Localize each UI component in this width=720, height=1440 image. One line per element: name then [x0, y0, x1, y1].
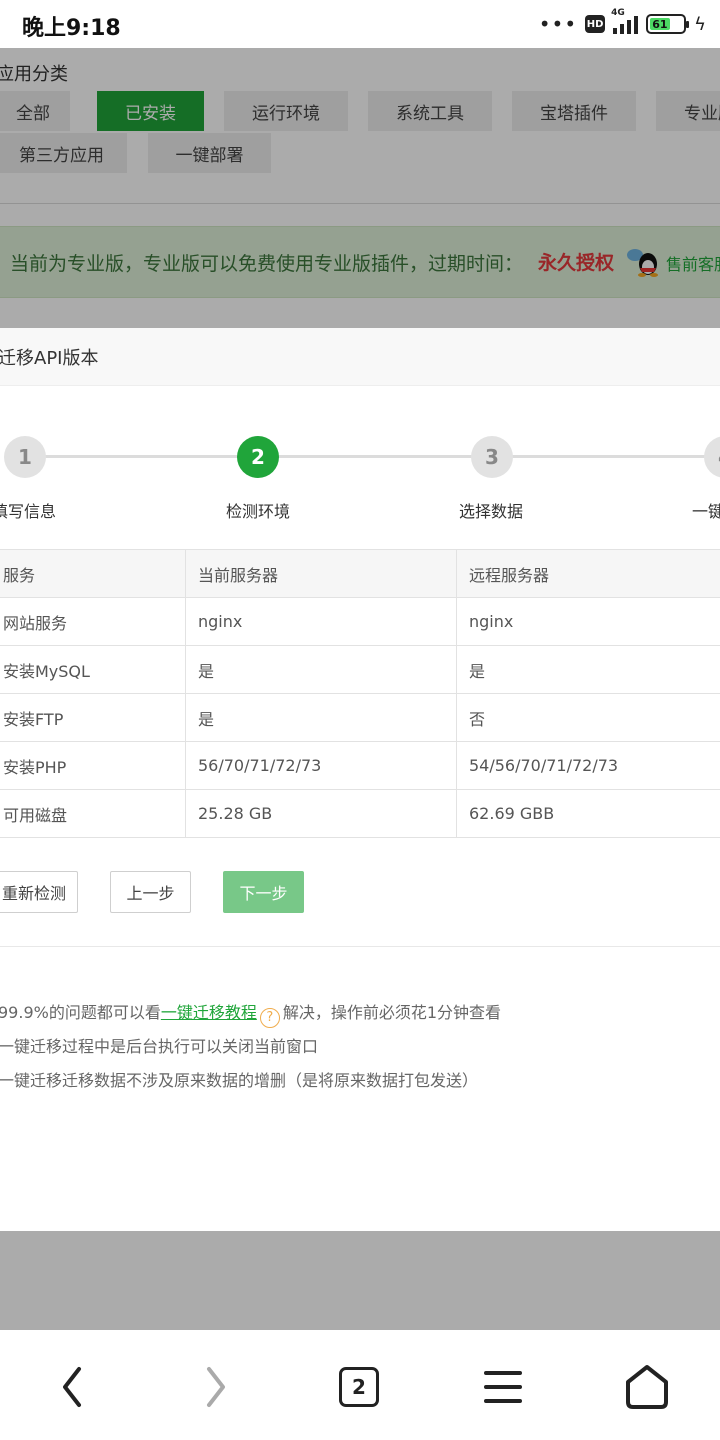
table-cell: 56/70/71/72/73	[185, 741, 457, 790]
migration-dialog: 迁移API版本 1 2 3 4 填写信息 检测环境 选择数据 一键迁移 服务 当…	[0, 328, 720, 1231]
table-cell: 62.69 GBB	[456, 789, 720, 838]
table-cell: 安装MySQL	[0, 645, 186, 694]
step-4-circle: 4	[704, 436, 720, 478]
status-bar: 晚上9:18 ••• HD 4G 61 ϟ	[0, 0, 720, 48]
help-question-icon[interactable]: ?	[259, 1008, 280, 1028]
dialog-title: 迁移API版本	[0, 348, 99, 369]
dialog-divider	[0, 946, 720, 947]
forward-icon[interactable]	[181, 1352, 251, 1422]
migration-tips: 99.9%的问题都可以看一键迁移教程? 解决，操作前必须花1分钟查看 一键迁移过程…	[0, 996, 501, 1098]
tip-line-3: 一键迁移迁移数据不涉及原来数据的增删（是将原来数据打包发送）	[0, 1071, 479, 1090]
table-cell: 是	[456, 645, 720, 694]
tip-line-2: 一键迁移过程中是后台执行可以关闭当前窗口	[0, 1037, 319, 1056]
tip-1-suffix: 解决，操作前必须花1分钟查看	[282, 1003, 502, 1022]
table-cell: 网站服务	[0, 597, 186, 646]
hd-icon: HD	[585, 15, 606, 33]
table-cell: 安装PHP	[0, 741, 186, 790]
status-time: 晚上9:18	[22, 16, 121, 41]
status-icons: ••• HD 4G 61 ϟ	[538, 8, 706, 36]
table-cell: 是	[185, 693, 457, 742]
step-3-label: 选择数据	[459, 502, 524, 521]
table-cell: 25.28 GB	[185, 789, 457, 838]
table-row: 安装PHP 56/70/71/72/73 54/56/70/71/72/73	[0, 741, 720, 790]
recheck-button[interactable]: 重新检测	[0, 871, 78, 913]
table-row: 可用磁盘 25.28 GB 62.69 GBB	[0, 789, 720, 838]
battery-level: 61	[650, 18, 670, 31]
more-dots-icon: •••	[538, 12, 578, 36]
step-2-circle: 2	[237, 436, 279, 478]
menu-icon[interactable]	[468, 1352, 538, 1422]
home-icon[interactable]	[612, 1352, 682, 1422]
table-row: 安装FTP 是 否	[0, 693, 720, 742]
step-indicator: 1 2 3 4 填写信息 检测环境 选择数据 一键迁移	[0, 414, 720, 524]
step-2-label: 检测环境	[226, 502, 291, 521]
table-cell: nginx	[456, 597, 720, 646]
network-type: 4G	[611, 8, 625, 18]
table-cell: 可用磁盘	[0, 789, 186, 838]
next-step-button[interactable]: 下一步	[223, 871, 304, 913]
step-3-circle: 3	[471, 436, 513, 478]
column-header-remote-server: 远程服务器	[456, 549, 720, 598]
tabs-icon[interactable]: 2	[324, 1352, 394, 1422]
dialog-header: 迁移API版本	[0, 328, 720, 386]
signal-icon: 4G	[611, 8, 639, 34]
browser-bottom-bar: 2	[0, 1330, 720, 1440]
table-cell: nginx	[185, 597, 457, 646]
table-row: 网站服务 nginx nginx	[0, 597, 720, 646]
step-1-label: 填写信息	[0, 502, 57, 521]
previous-step-button[interactable]: 上一步	[110, 871, 191, 913]
tab-count: 2	[339, 1367, 379, 1407]
back-icon[interactable]	[37, 1352, 107, 1422]
battery-icon: 61	[646, 14, 690, 34]
step-track	[30, 455, 720, 458]
migration-tutorial-link[interactable]: 一键迁移教程	[161, 1003, 257, 1022]
charging-bolt-icon: ϟ	[694, 13, 706, 35]
step-4-label: 一键迁移	[692, 502, 720, 521]
table-row: 安装MySQL 是 是	[0, 645, 720, 694]
column-header-service: 服务	[0, 549, 186, 598]
column-header-current-server: 当前服务器	[185, 549, 457, 598]
table-cell: 是	[185, 645, 457, 694]
table-header-row: 服务 当前服务器 远程服务器	[0, 549, 720, 598]
tip-line-1: 99.9%的问题都可以看一键迁移教程? 解决，操作前必须花1分钟查看	[0, 996, 501, 1030]
tip-1-prefix: 99.9%的问题都可以看	[0, 1003, 161, 1022]
table-cell: 否	[456, 693, 720, 742]
table-cell: 54/56/70/71/72/73	[456, 741, 720, 790]
step-1-circle: 1	[4, 436, 46, 478]
table-cell: 安装FTP	[0, 693, 186, 742]
environment-check-table: 服务 当前服务器 远程服务器 网站服务 nginx nginx 安装MySQL …	[0, 549, 720, 838]
